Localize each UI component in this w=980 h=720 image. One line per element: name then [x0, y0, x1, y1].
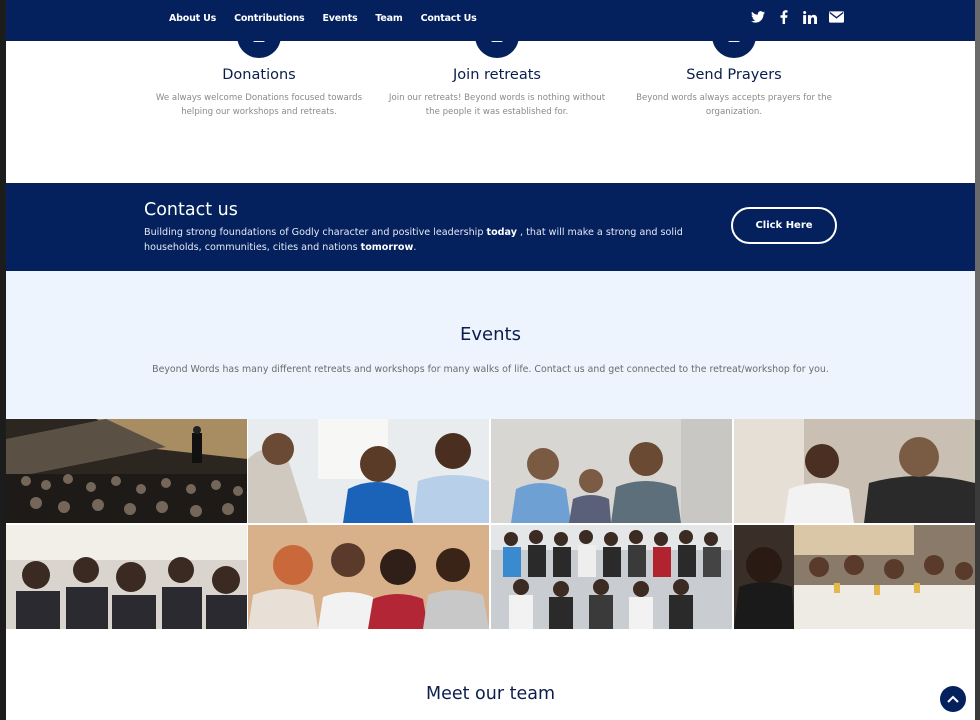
- nav-contact-us[interactable]: Contact Us: [421, 13, 477, 24]
- linkedin-icon[interactable]: [802, 9, 818, 25]
- gallery-photo-friends-group[interactable]: [248, 525, 489, 629]
- scrollbar-thumb[interactable]: [975, 0, 980, 420]
- contact-text: Building strong foundations of Godly cha…: [144, 227, 683, 253]
- twitter-icon[interactable]: [750, 9, 766, 25]
- feature-title: Donations: [222, 67, 296, 83]
- gallery-photo-audience-prayer[interactable]: [6, 525, 247, 629]
- nav-events[interactable]: Events: [323, 13, 358, 24]
- nav-about-us[interactable]: About Us: [169, 13, 216, 24]
- email-icon[interactable]: [828, 9, 844, 25]
- chevron-up-icon: [947, 695, 959, 703]
- feature-text: Beyond words always accepts prayers for …: [636, 93, 832, 117]
- events-gallery: [6, 419, 975, 630]
- feature-title: Send Prayers: [686, 67, 782, 83]
- page: Donations We always welcome Donations fo…: [6, 0, 975, 720]
- feature-text: Join our retreats! Beyond words is nothi…: [388, 93, 606, 117]
- contact-banner: Contact us Building strong foundations o…: [6, 183, 975, 271]
- gallery-photo-couple-meeting[interactable]: [248, 419, 489, 523]
- events-description: Beyond Words has many different retreats…: [152, 364, 829, 375]
- nav-contributions[interactable]: Contributions: [234, 13, 305, 24]
- gallery-photo-family-session[interactable]: [491, 419, 732, 523]
- gallery-photo-dinner-table[interactable]: [734, 525, 975, 629]
- events-title: Events: [460, 324, 521, 345]
- gallery-photo-men-talking[interactable]: [734, 419, 975, 523]
- click-here-button[interactable]: Click Here: [731, 207, 837, 244]
- back-to-top-button[interactable]: [940, 686, 966, 712]
- top-navigation: About Us Contributions Events Team Conta…: [6, 0, 975, 41]
- feature-text: We always welcome Donations focused towa…: [155, 93, 363, 117]
- contact-title: Contact us: [144, 200, 238, 220]
- nav-links: About Us Contributions Events Team Conta…: [169, 0, 495, 36]
- feature-title: Join retreats: [453, 67, 541, 83]
- facebook-icon[interactable]: [776, 9, 792, 25]
- nav-team[interactable]: Team: [375, 13, 402, 24]
- team-title: Meet our team: [425, 684, 555, 704]
- gallery-photo-auditorium[interactable]: [6, 419, 247, 523]
- events-section: Events Beyond Words has many different r…: [6, 271, 975, 419]
- gallery-photo-youth-group[interactable]: [491, 525, 732, 629]
- social-links: [750, 9, 844, 25]
